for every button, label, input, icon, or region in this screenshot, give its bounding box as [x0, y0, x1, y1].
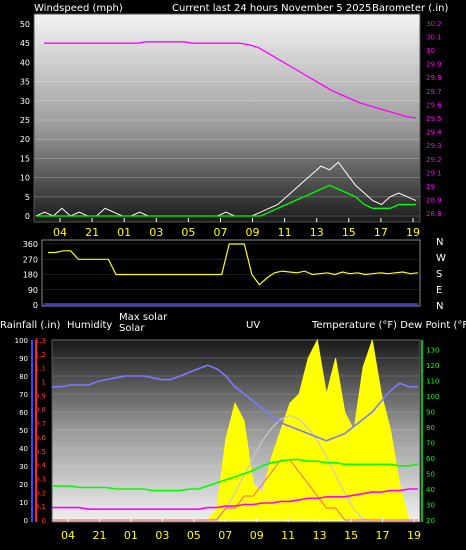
y-tick-label-barometer: 29.4 [426, 129, 442, 137]
compass-north-bottom: N [436, 301, 443, 312]
y-tick-label-humidity: 100 [15, 337, 28, 345]
y-tick-label-temperature: 130 [426, 347, 439, 355]
y-tick-label-temperature: 50 [426, 471, 435, 479]
y-tick-label-humidity: 80 [19, 373, 28, 381]
y-tick-label-wind: 45 [20, 39, 30, 48]
y-tick-label-temperature: 70 [426, 440, 435, 448]
y-tick-label-wind: 35 [20, 78, 30, 87]
y-tick-label-temperature: 90 [426, 409, 435, 417]
barometer-axis-label: Barometer (.in) [372, 3, 448, 14]
y-tick-label-humidity: 70 [19, 391, 28, 399]
x-tick-label: 09 [246, 226, 260, 239]
y-tick-label-wind: 20 [20, 135, 30, 144]
y-tick-label-direction: 360 [23, 240, 38, 249]
y-tick-label-wind: 15 [20, 154, 30, 163]
solar-label: Solar [119, 323, 145, 334]
y-tick-label-wind: 25 [20, 116, 30, 125]
y-tick-label-barometer: 28.8 [426, 210, 442, 218]
y-tick-label-direction: 180 [23, 271, 38, 280]
y-tick-label-humidity: 60 [19, 409, 28, 417]
weather-dashboard: Windspeed (mph) Current last 24 hours No… [0, 0, 466, 550]
compass-south: S [436, 269, 442, 280]
panel-wind-direction [41, 239, 421, 307]
x-tick-label: 03 [149, 226, 163, 239]
x-tick-label: 05 [181, 226, 195, 239]
y-tick-label-barometer: 29.7 [426, 88, 442, 96]
x-tick-label: 13 [310, 226, 324, 239]
y-tick-label-direction: 90 [28, 286, 38, 295]
y-tick-label-wind: 40 [20, 58, 30, 67]
x-tick-label: 07 [213, 226, 227, 239]
x-tick-label: 01 [124, 529, 138, 542]
y-tick-label-temperature: 110 [426, 378, 439, 386]
x-tick-label: 05 [187, 529, 201, 542]
x-tick-label: 01 [117, 226, 131, 239]
x-tick-label: 15 [342, 226, 356, 239]
y-tick-label-barometer: 29.8 [426, 74, 442, 82]
x-tick-label: 04 [61, 529, 75, 542]
y-tick-label-barometer: 28.9 [426, 197, 442, 205]
y-tick-label-temperature: 20 [426, 517, 435, 525]
uv-label: UV [246, 320, 260, 331]
y-tick-label-temperature: 80 [426, 424, 435, 432]
x-tick-label: 15 [344, 529, 358, 542]
y-tick-label-temperature: 120 [426, 362, 439, 370]
windspeed-axis-label: Windspeed (mph) [34, 3, 123, 14]
humidity-axis-label: Humidity [67, 320, 112, 331]
y-tick-label-wind: 50 [20, 20, 30, 29]
x-tick-label: 19 [407, 529, 421, 542]
temperature-axis-label: Temperature (°F) Dew Point (°F) [311, 320, 466, 331]
x-tick-label: 17 [374, 226, 388, 239]
x-tick-label: 17 [376, 529, 390, 542]
x-tick-label: 04 [53, 226, 67, 239]
y-tick-label-temperature: 60 [426, 455, 435, 463]
y-tick-label-wind: 5 [25, 193, 30, 202]
y-tick-label-barometer: 29.5 [426, 115, 442, 123]
y-tick-label-humidity: 90 [19, 355, 28, 363]
x-tick-label: 11 [278, 226, 292, 239]
y-tick-label-wind: 10 [20, 174, 30, 183]
y-tick-label-humidity: 10 [19, 499, 28, 507]
compass-east: E [436, 285, 442, 296]
y-tick-label-rainfall: 1 [42, 379, 46, 387]
y-tick-label-humidity: 40 [19, 445, 28, 453]
y-tick-label-barometer: 29.6 [426, 101, 442, 109]
y-tick-label-humidity: 0 [24, 517, 28, 525]
compass-north-top: N [436, 237, 443, 248]
rainfall-axis-label: Rainfall (.in) [0, 320, 61, 331]
y-tick-label-temperature: 40 [426, 486, 435, 494]
x-tick-label: 21 [92, 529, 106, 542]
x-tick-label: 03 [155, 529, 169, 542]
y-tick-label-direction: 0 [33, 301, 38, 310]
y-tick-label-temperature: 30 [426, 502, 435, 510]
y-tick-label-humidity: 30 [19, 463, 28, 471]
x-tick-label: 13 [313, 529, 327, 542]
y-tick-label-wind: 0 [25, 212, 30, 221]
x-tick-label: 21 [85, 226, 99, 239]
compass-west: W [436, 253, 446, 264]
y-tick-label-rainfall: 0 [42, 517, 46, 525]
y-tick-label-humidity: 20 [19, 481, 28, 489]
y-tick-label-barometer: 29.3 [426, 142, 442, 150]
maxsolar-label: Max solar [119, 312, 168, 323]
y-tick-label-barometer: 30.2 [426, 20, 442, 28]
chart-title: Current last 24 hours November 5 2025 [172, 3, 371, 14]
weather-chart-svg: Windspeed (mph) Current last 24 hours No… [0, 3, 466, 542]
y-tick-label-barometer: 29.2 [426, 156, 442, 164]
y-tick-label-direction: 270 [23, 255, 38, 264]
y-tick-label-humidity: 50 [19, 427, 28, 435]
x-tick-label: 09 [250, 529, 264, 542]
y-tick-label-barometer: 30 [426, 47, 435, 55]
y-tick-label-barometer: 30.1 [426, 33, 442, 41]
y-tick-label-barometer: 29.9 [426, 61, 442, 69]
y-tick-label-barometer: 29.1 [426, 169, 442, 177]
x-tick-label: 07 [218, 529, 232, 542]
y-tick-label-barometer: 29 [426, 183, 435, 191]
x-tick-label: 11 [281, 529, 295, 542]
y-tick-label-temperature: 100 [426, 393, 439, 401]
x-tick-label: 19 [406, 226, 420, 239]
y-tick-label-wind: 30 [20, 97, 30, 106]
